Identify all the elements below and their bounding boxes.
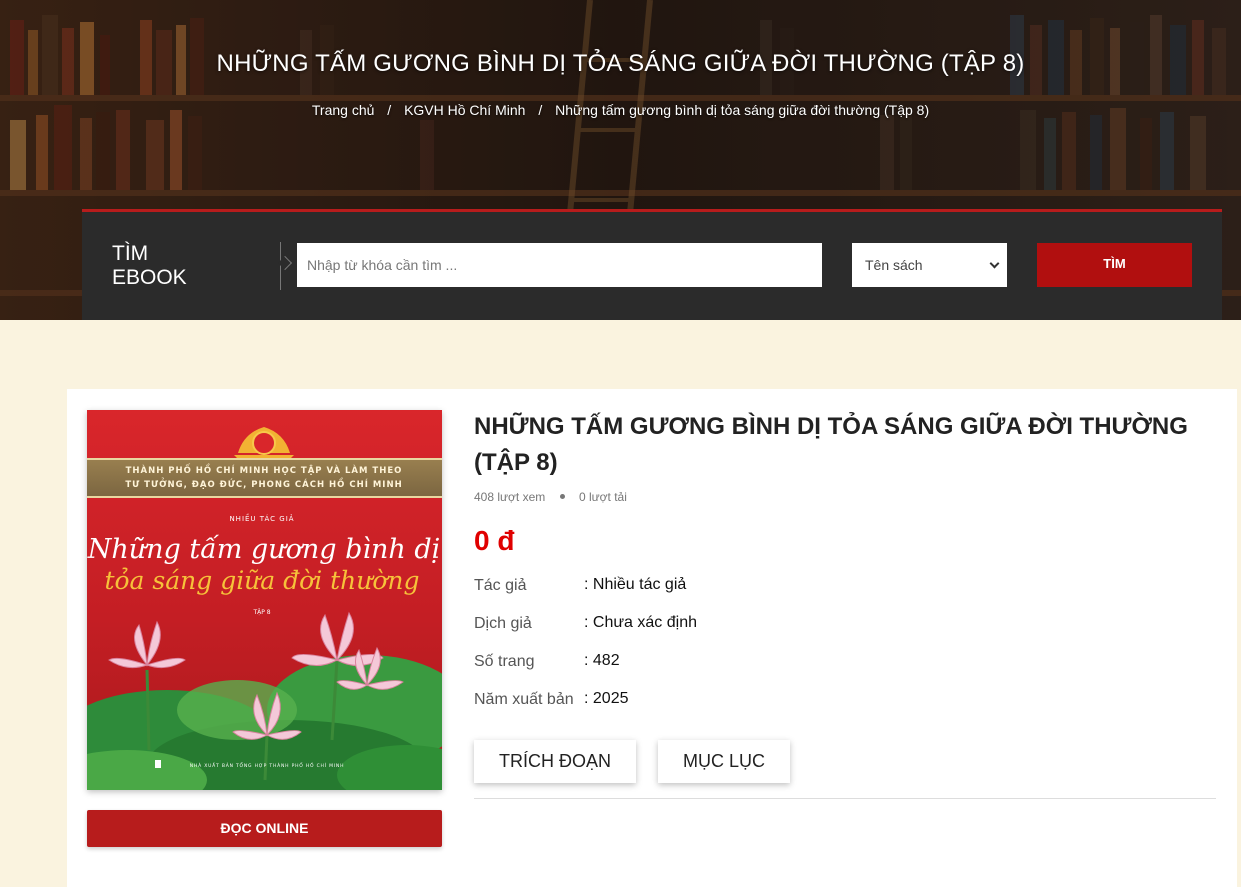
book-title-line1: NHỮNG TẤM GƯƠNG BÌNH DỊ TỎA SÁNG GIỮA ĐỜ… [474,413,1188,440]
breadcrumb-category-link[interactable]: KGVH Hồ Chí Minh [404,102,525,118]
meta-label: Số trang [474,653,535,670]
meta-value: : Nhiều tác giả [584,576,687,593]
meta-value: : 2025 [584,690,629,707]
breadcrumb: Trang chủ / KGVH Hồ Chí Minh / Những tấm… [0,102,1241,118]
search-input[interactable] [297,243,822,287]
cover-volume: TẬP 8 [252,609,270,616]
table-of-contents-button[interactable]: MỤC LỤC [658,740,790,783]
download-count: 0 lượt tải [578,490,627,504]
meta-label: Dịch giả [474,615,532,632]
meta-value: : Chưa xác định [584,614,697,631]
search-field-select[interactable]: Tên sách [852,243,1007,287]
breadcrumb-current: Những tấm gương bình dị tỏa sáng giữa đờ… [555,102,930,118]
cover-author: NHIỀU TÁC GIẢ [229,513,294,523]
meta-value: : 482 [584,652,620,669]
breadcrumb-separator: / [387,102,392,118]
meta-label: Năm xuất bản [474,691,574,708]
chevron-down-icon [989,258,1000,269]
view-count: 408 lượt xem [474,490,546,504]
read-online-button[interactable]: ĐỌC ONLINE [87,810,442,847]
breadcrumb-separator: / [538,102,543,118]
search-button[interactable]: TÌM [1037,243,1192,287]
book-title: NHỮNG TẤM GƯƠNG BÌNH DỊ TỎA SÁNG GIỮA ĐỜ… [474,409,1214,481]
search-field-select-value: Tên sách [865,257,923,273]
book-title-line2: (TẬP 8) [474,449,558,476]
book-detail-card: THÀNH PHỐ HỒ CHÍ MINH HỌC TẬP VÀ LÀM THE… [67,389,1237,887]
book-stats: 408 lượt xem 0 lượt tải [474,490,627,504]
search-label-line1: TÌM [112,242,149,265]
book-price: 0 đ [474,525,515,556]
search-panel-label: TÌM EBOOK [112,242,222,290]
search-label-line2: EBOOK [112,266,187,289]
cover-title-line2: tỏa sáng giữa đời thường [104,566,419,595]
book-cover-illustration: THÀNH PHỐ HỒ CHÍ MINH HỌC TẬP VÀ LÀM THE… [87,410,442,790]
book-cover-image: THÀNH PHỐ HỒ CHÍ MINH HỌC TẬP VÀ LÀM THE… [87,410,442,790]
search-panel: TÌM EBOOK Tên sách TÌM [82,209,1222,320]
cover-title-line1: Những tấm gương bình dị [87,534,440,565]
excerpt-button[interactable]: TRÍCH ĐOẠN [474,740,636,783]
dot-separator-icon [559,494,565,500]
divider [474,798,1216,799]
meta-label: Tác giả [474,577,527,594]
page-title: NHỮNG TẤM GƯƠNG BÌNH DỊ TỎA SÁNG GIỮA ĐỜ… [216,50,1025,77]
breadcrumb-home-link[interactable]: Trang chủ [312,102,375,118]
